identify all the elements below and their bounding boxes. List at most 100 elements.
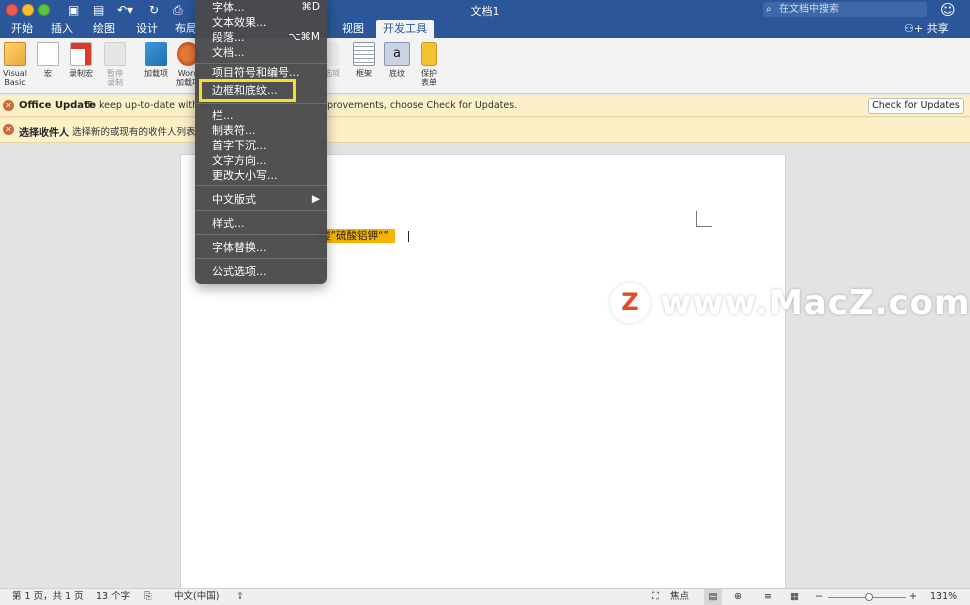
language[interactable]: 中文(中国)	[174, 589, 219, 605]
menu-item-equation-options[interactable]: 公式选项...	[195, 264, 327, 279]
menu-item-label: 首字下沉...	[212, 139, 267, 152]
check-for-updates-button[interactable]: Check for Updates	[868, 98, 964, 114]
menu-item-tabs[interactable]: 制表符...	[195, 123, 327, 138]
menu-item-label: 文档...	[212, 46, 245, 59]
submenu-arrow-icon: ▶	[311, 193, 320, 205]
recipients-text: 选择新的或现有的收件人列表	[72, 127, 196, 138]
record-macro-label: 录制宏	[69, 69, 93, 78]
focus-label[interactable]: 焦点	[670, 589, 689, 605]
tab-developer[interactable]: 开发工具	[376, 20, 434, 38]
update-text-right: provements, choose Check for Updates.	[327, 100, 518, 111]
partial-option-icon	[325, 42, 339, 66]
menu-item-styles[interactable]: 样式...	[195, 216, 327, 231]
menu-item-label: 公式选项...	[212, 265, 267, 278]
draft-view-icon[interactable]: ▦	[790, 589, 799, 605]
text-cursor	[408, 231, 409, 242]
menu-item-text-direction[interactable]: 文字方向...	[195, 153, 327, 168]
menu-item-label: 栏...	[212, 109, 234, 122]
menu-item-shortcut: ⌥⌘M	[288, 31, 320, 43]
menu-item-label: 中文版式	[212, 193, 256, 206]
ribbon-tabs: 开始 插入 绘图 设计 布局 视图 开发工具 ⚇+ 共享	[0, 20, 970, 38]
search-input[interactable]: ⌕ 在文档中搜索	[763, 2, 927, 17]
protect-form-label: 保护 表单	[421, 69, 437, 87]
zoom-in-button[interactable]: +	[909, 589, 917, 605]
highlighted-selection[interactable]: 楼”硫酸铝钾“”	[316, 229, 395, 243]
menu-item-paragraph[interactable]: 段落... ⌥⌘M	[195, 30, 327, 45]
search-icon: ⌕	[766, 4, 772, 15]
feedback-smiley-icon[interactable]: ☺	[940, 1, 956, 19]
margin-corner-mark	[696, 211, 712, 227]
menu-separator	[195, 103, 327, 104]
menu-item-drop-cap[interactable]: 首字下沉...	[195, 138, 327, 153]
menu-item-label: 段落...	[212, 31, 245, 44]
menu-item-label: 制表符...	[212, 124, 256, 137]
shading-label: 底纹	[389, 69, 405, 78]
addins-button[interactable]: 加载项	[142, 42, 170, 78]
menu-item-label: 项目符号和编号...	[212, 66, 300, 79]
visual-basic-icon	[4, 42, 26, 66]
status-bar: 第 1 页，共 1 页 13 个字 ⎘ 中文(中国) ⇪ ⛶ 焦点 ▤ ⊕ ≡ …	[0, 588, 970, 605]
zoom-slider[interactable]	[828, 593, 906, 601]
shading-button[interactable]: a 底纹	[383, 42, 411, 78]
macros-label: 宏	[44, 69, 52, 78]
update-text-left: To keep up-to-date with se	[86, 100, 212, 111]
zoom-slider-handle[interactable]	[865, 593, 874, 601]
menu-item-asian-layout[interactable]: 中文版式 ▶	[195, 192, 327, 207]
frame-icon	[353, 42, 375, 66]
office-update-bar: ✕ Office Update To keep up-to-date with …	[0, 95, 970, 117]
macz-logo-icon: Z	[610, 283, 650, 323]
record-macro-icon	[70, 42, 92, 66]
menu-item-label: 文本效果...	[212, 16, 267, 29]
menu-separator	[195, 258, 327, 259]
outline-view-icon[interactable]: ≡	[764, 589, 772, 605]
shading-icon: a	[384, 42, 410, 66]
menu-item-replace-fonts[interactable]: 字体替换...	[195, 240, 327, 255]
visual-basic-button[interactable]: Visual Basic	[2, 42, 28, 87]
title-bar: ▣ ▤ ↶▾ ↻ ⎙ 文档1 ⌕ 在文档中搜索 ☺	[0, 0, 970, 20]
menu-item-label: 样式...	[212, 217, 245, 230]
print-layout-icon[interactable]: ▤	[704, 589, 722, 605]
zoom-level[interactable]: 131%	[930, 589, 957, 605]
tab-insert[interactable]: 插入	[46, 20, 78, 38]
menu-item-font[interactable]: 字体... ⌘D	[195, 0, 327, 15]
web-layout-icon[interactable]: ⊕	[734, 589, 742, 605]
menu-item-label: 更改大小写...	[212, 169, 278, 182]
menu-item-document[interactable]: 文档...	[195, 45, 327, 60]
record-macro-button[interactable]: 录制宏	[66, 42, 96, 78]
watermark-text: www.MacZ.com	[660, 283, 970, 323]
search-placeholder: 在文档中搜索	[779, 4, 839, 15]
menu-item-change-case[interactable]: 更改大小写...	[195, 168, 327, 183]
addins-label: 加载项	[144, 69, 168, 78]
menu-item-label: 文字方向...	[212, 154, 267, 167]
focus-mode-icon[interactable]: ⛶	[652, 589, 659, 605]
pause-recording-button[interactable]: 暂停 录制	[102, 42, 128, 87]
tab-view[interactable]: 视图	[336, 20, 370, 38]
macz-logo-letter: Z	[621, 288, 639, 316]
proofing-icon[interactable]: ⎘	[144, 589, 152, 605]
track-changes-icon[interactable]: ⇪	[236, 589, 244, 605]
menu-item-text-effects[interactable]: 文本效果...	[195, 15, 327, 30]
update-title: Office Update	[19, 100, 96, 111]
frame-button[interactable]: 框架	[352, 42, 376, 78]
tab-draw[interactable]: 绘图	[88, 20, 120, 38]
tab-home[interactable]: 开始	[6, 20, 38, 38]
menu-separator	[195, 185, 327, 186]
pause-recording-icon	[104, 42, 126, 66]
share-button[interactable]: ⚇+ 共享	[904, 20, 949, 38]
pause-recording-label: 暂停 录制	[107, 69, 123, 87]
lock-icon	[421, 42, 437, 66]
dismiss-update-icon[interactable]: ✕	[3, 100, 14, 111]
page-count[interactable]: 第 1 页，共 1 页	[12, 589, 84, 605]
macros-button[interactable]: 宏	[36, 42, 60, 78]
word-count[interactable]: 13 个字	[96, 589, 130, 605]
menu-item-columns[interactable]: 栏...	[195, 108, 327, 123]
menu-item-bullets-numbering[interactable]: 项目符号和编号...	[195, 65, 327, 80]
menu-item-label: 字体替换...	[212, 241, 267, 254]
zoom-out-button[interactable]: −	[815, 589, 823, 605]
menu-separator	[195, 234, 327, 235]
dismiss-recipients-icon[interactable]: ✕	[3, 124, 14, 135]
ribbon: Visual Basic 宏 录制宏 暂停 录制 加载项 Word 加载项 选项…	[0, 38, 970, 94]
format-menu: 字体... ⌘D 文本效果... 段落... ⌥⌘M 文档... 项目符号和编号..…	[195, 0, 327, 284]
tab-design[interactable]: 设计	[131, 20, 163, 38]
protect-form-button[interactable]: 保护 表单	[417, 42, 441, 87]
